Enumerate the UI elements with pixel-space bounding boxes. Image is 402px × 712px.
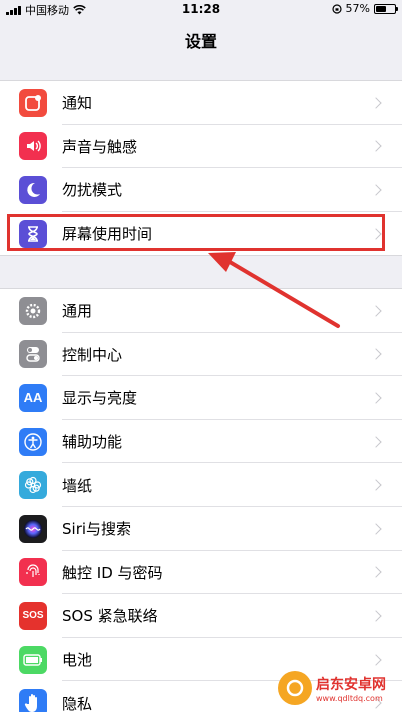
battery-icon bbox=[374, 3, 398, 14]
settings-row-label: 电池 bbox=[62, 651, 93, 670]
settings-row[interactable]: AA 显示与亮度 bbox=[0, 376, 402, 420]
sound-icon bbox=[19, 132, 47, 161]
toggles-icon bbox=[19, 340, 47, 369]
watermark-logo-icon bbox=[278, 671, 312, 705]
chevron-right-icon bbox=[370, 140, 382, 153]
hourglass-icon bbox=[19, 219, 47, 248]
settings-row-label: 屏幕使用时间 bbox=[62, 225, 153, 244]
watermark-sub: www.qdltdq.com bbox=[316, 693, 383, 703]
gear-icon bbox=[19, 296, 47, 325]
settings-row[interactable]: 墙纸 bbox=[0, 463, 402, 507]
chevron-right-icon bbox=[370, 435, 382, 448]
chevron-right-icon bbox=[370, 523, 382, 535]
settings-row-label: 显示与亮度 bbox=[62, 389, 138, 408]
watermark: 启东安卓网 www.qdltdq.com bbox=[278, 668, 396, 708]
chevron-right-icon bbox=[370, 227, 382, 240]
chevron-right-icon bbox=[370, 97, 382, 109]
chevron-right-icon bbox=[370, 348, 382, 361]
settings-row-label: 控制中心 bbox=[62, 345, 123, 364]
accessibility-icon bbox=[19, 427, 47, 456]
battery-icon bbox=[19, 645, 47, 674]
page-title: 设置 bbox=[184, 32, 217, 51]
chevron-right-icon bbox=[370, 392, 382, 404]
settings-row[interactable]: Siri与搜索 bbox=[0, 507, 402, 551]
siri-icon bbox=[19, 514, 47, 543]
status-bar: 中国移动 11:28 57% bbox=[0, 0, 402, 18]
status-right: 57% bbox=[331, 2, 398, 15]
sos-icon: SOS bbox=[19, 601, 47, 630]
settings-group-1: 通知声音与触感勿扰模式屏幕使用时间 bbox=[0, 80, 402, 257]
settings-row-label: SOS 紧急联络 bbox=[62, 607, 158, 626]
orientation-lock-icon bbox=[331, 3, 342, 14]
settings-row[interactable]: SOS SOS 紧急联络 bbox=[0, 594, 402, 638]
wallpaper-icon bbox=[19, 471, 47, 500]
settings-row-label: 隐私 bbox=[62, 694, 93, 712]
settings-row[interactable]: 辅助功能 bbox=[0, 420, 402, 464]
chevron-right-icon bbox=[370, 610, 382, 622]
display-icon: AA bbox=[19, 383, 47, 412]
chevron-right-icon bbox=[370, 653, 382, 666]
watermark-main: 启东安卓网 bbox=[316, 676, 386, 693]
settings-row-label: 声音与触感 bbox=[62, 137, 138, 156]
battery-percent: 57% bbox=[345, 2, 370, 15]
fingerprint-icon bbox=[19, 558, 47, 587]
sos-icon-text: SOS bbox=[22, 610, 44, 622]
settings-row[interactable]: 通用 bbox=[0, 289, 402, 333]
notifications-icon bbox=[19, 88, 47, 117]
settings-row-label: Siri与搜索 bbox=[62, 520, 132, 539]
settings-row[interactable]: 控制中心 bbox=[0, 333, 402, 377]
settings-row-label: 勿扰模式 bbox=[62, 181, 123, 200]
chevron-right-icon bbox=[370, 479, 382, 491]
watermark-text: 启东安卓网 www.qdltdq.com bbox=[316, 674, 386, 703]
settings-row[interactable]: 屏幕使用时间 bbox=[0, 212, 402, 256]
settings-row-label: 墙纸 bbox=[62, 476, 93, 495]
moon-icon bbox=[19, 175, 47, 204]
settings-row-label: 通知 bbox=[62, 94, 93, 113]
settings-row-label: 辅助功能 bbox=[62, 433, 123, 452]
battery-fill bbox=[376, 5, 387, 12]
hand-icon bbox=[19, 689, 47, 712]
chevron-right-icon bbox=[370, 566, 382, 579]
settings-group-2: 通用 控制中心 AA 显示与亮度 辅助功能 墙纸 Siri与搜索 触控 ID 与密码 SOS SO… bbox=[0, 288, 402, 712]
display-icon-text: AA bbox=[23, 390, 43, 406]
settings-row[interactable]: 勿扰模式 bbox=[0, 168, 402, 212]
settings-row[interactable]: 通知 bbox=[0, 81, 402, 125]
settings-row[interactable]: 触控 ID 与密码 bbox=[0, 551, 402, 595]
chevron-right-icon bbox=[370, 305, 382, 317]
settings-row-label: 触控 ID 与密码 bbox=[62, 563, 163, 582]
chevron-right-icon bbox=[370, 184, 382, 196]
settings-row-label: 通用 bbox=[62, 302, 93, 321]
settings-row[interactable]: 声音与触感 bbox=[0, 125, 402, 169]
